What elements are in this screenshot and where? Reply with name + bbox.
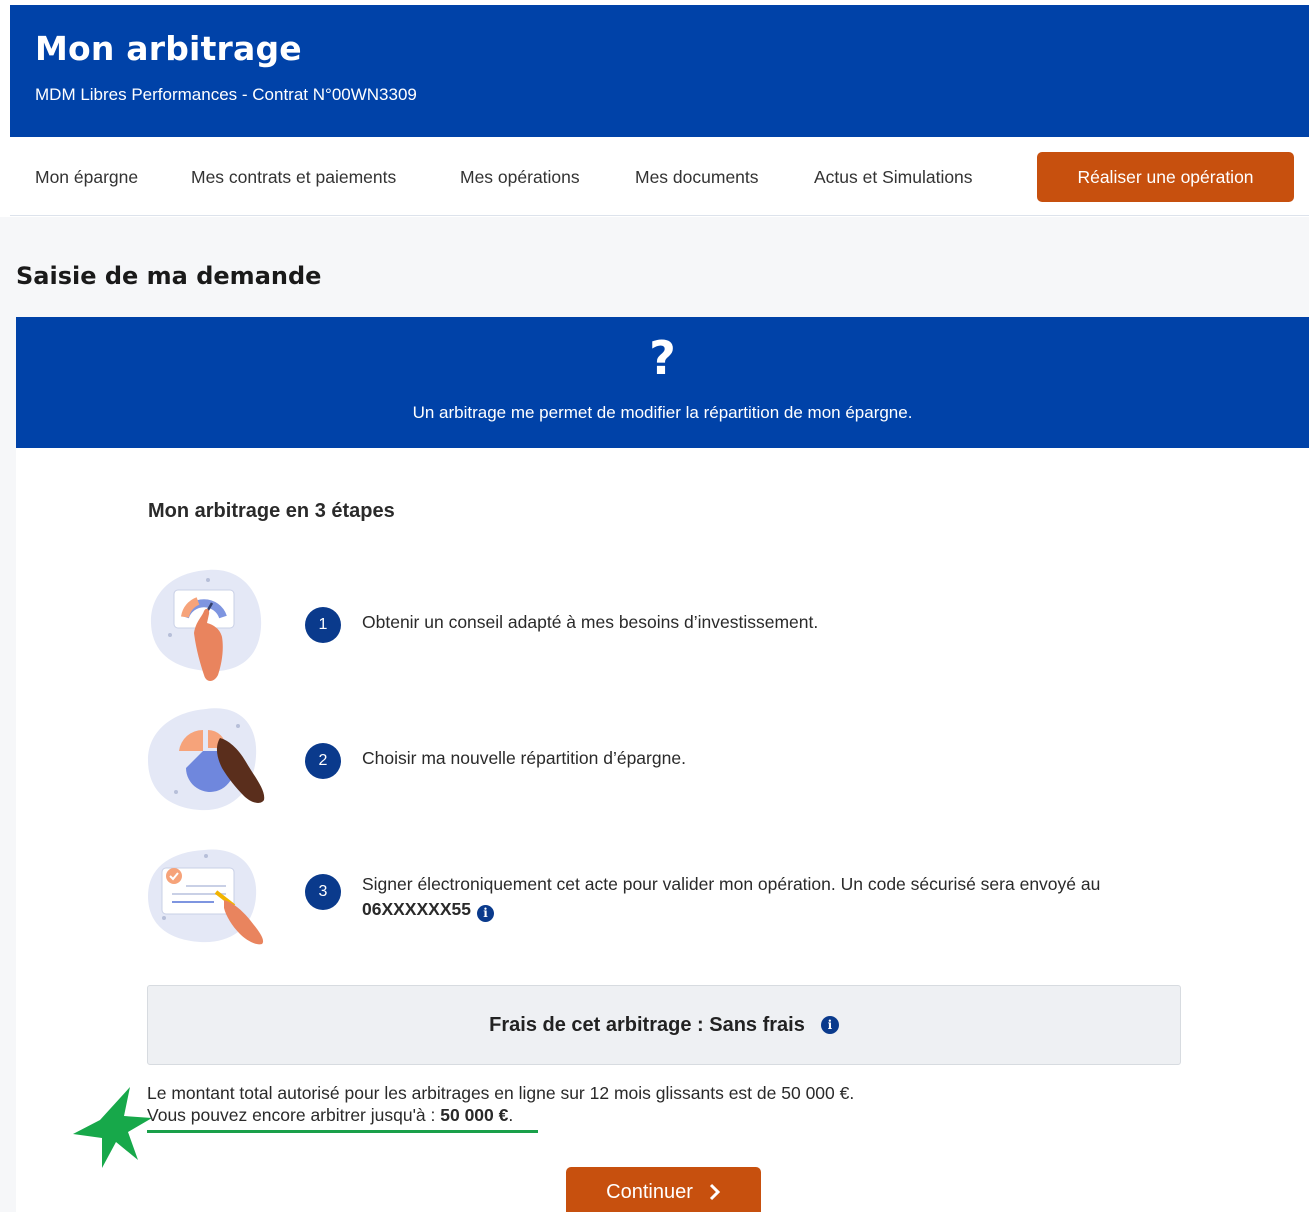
main-nav: Mon épargne Mes contrats et paiements Me… [10, 137, 1309, 216]
page-header-title: Mon arbitrage [35, 29, 302, 68]
advice-gauge-illustration [150, 569, 262, 681]
step-number-2: 2 [305, 743, 341, 779]
limit-line-2-prefix: Vous pouvez encore arbitrer jusqu'à : [147, 1105, 441, 1125]
banner-text: Un arbitrage me permet de modifier la ré… [412, 403, 913, 422]
steps-title: Mon arbitrage en 3 étapes [148, 500, 395, 522]
realiser-operation-button[interactable]: Réaliser une opération [1037, 152, 1294, 202]
fees-info-icon[interactable]: i [820, 1016, 839, 1034]
nav-item-actus-simulations[interactable]: Actus et Simulations [814, 167, 973, 188]
fees-box: Frais de cet arbitrage : Sans frais i [147, 985, 1181, 1065]
arbitrage-limit-text: Le montant total autorisé pour les arbit… [147, 1082, 854, 1126]
step-text-1: Obtenir un conseil adapté à mes besoins … [362, 612, 819, 632]
step-number-1: 1 [305, 607, 341, 643]
continue-label: Continuer [606, 1180, 693, 1203]
page-title: Saisie de ma demande [16, 262, 322, 290]
fees-text: Frais de cet arbitrage : Sans frais [489, 1013, 805, 1036]
page-header: Mon arbitrage MDM Libres Performances - … [10, 5, 1309, 137]
phone-number: 06XXXXXX55 [362, 899, 471, 919]
contract-subtitle: MDM Libres Performances - Contrat N°00WN… [35, 85, 417, 104]
limit-line-1: Le montant total autorisé pour les arbit… [147, 1083, 855, 1103]
limit-line-2: Vous pouvez encore arbitrer jusqu'à : 50… [147, 1104, 854, 1126]
nav-item-documents[interactable]: Mes documents [635, 167, 759, 188]
star-icon [73, 1087, 152, 1168]
step-text-3: Signer électroniquement cet acte pour va… [362, 872, 1192, 922]
step-text-2: Choisir ma nouvelle répartition d’épargn… [362, 748, 686, 768]
pie-chart-illustration [148, 708, 265, 811]
nav-item-mon-epargne[interactable]: Mon épargne [35, 167, 138, 188]
signature-document-illustration [148, 849, 264, 945]
highlight-underline [147, 1130, 538, 1133]
continue-button[interactable]: Continuer [566, 1167, 761, 1212]
step-text-3-body: Signer électroniquement cet acte pour va… [362, 874, 1101, 894]
info-banner: ? Un arbitrage me permet de modifier la … [16, 317, 1309, 448]
info-icon[interactable]: i [476, 905, 494, 922]
nav-item-operations[interactable]: Mes opérations [460, 167, 580, 188]
remaining-amount: 50 000 € [440, 1105, 509, 1125]
chevron-right-icon [709, 1183, 720, 1201]
nav-item-contrats-paiements[interactable]: Mes contrats et paiements [191, 167, 396, 188]
limit-line-2-suffix: . [508, 1105, 514, 1125]
step-number-3: 3 [305, 874, 341, 910]
question-mark-icon: ? [649, 331, 676, 385]
